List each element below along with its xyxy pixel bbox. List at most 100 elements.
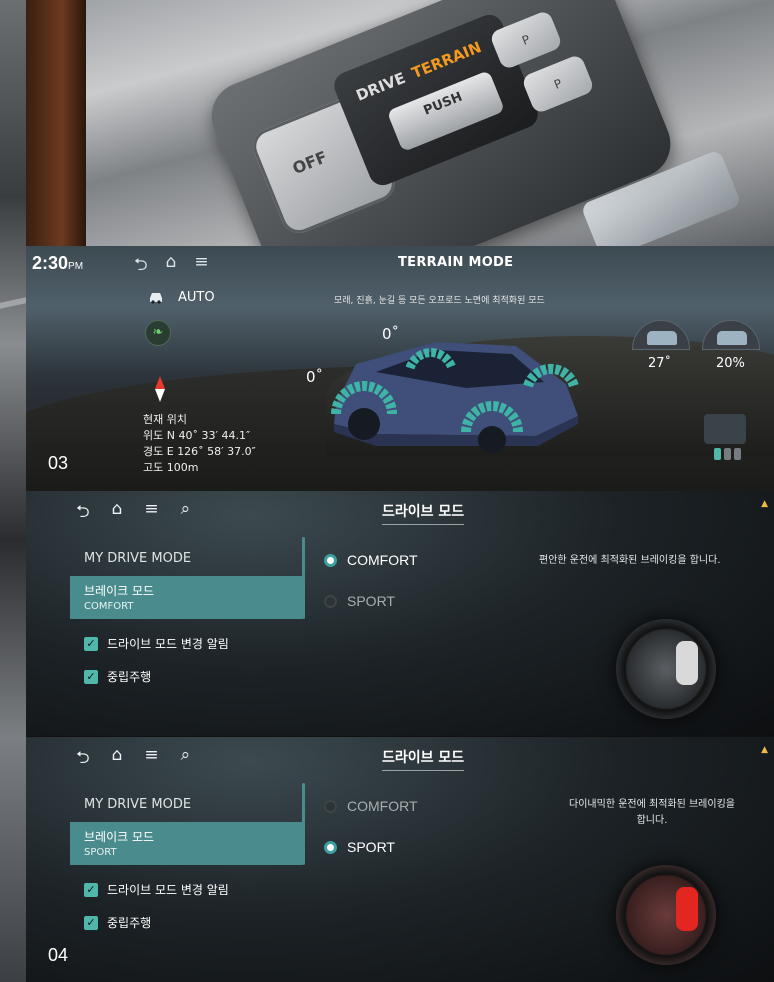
front-angle: 0˚ (382, 325, 400, 343)
radio-comfort-label: COMFORT (347, 798, 418, 814)
side-angle: 0˚ (306, 368, 324, 386)
brake-mode-value: SPORT (84, 847, 117, 858)
roll-gauge (702, 320, 760, 350)
car-icon (150, 293, 162, 304)
back-icon[interactable]: ⮌ (134, 252, 148, 281)
clock-time: 2:30 (32, 253, 69, 273)
camera-thumbnail[interactable] (704, 414, 746, 444)
drive-mode-screen-comfort: ⮌ ⌂ ≡ ⌕ 드라이브 모드 ▲ MY DRIVE MODE 브레이크 모드 … (26, 491, 774, 736)
pitch-car-icon (647, 331, 677, 345)
mode-change-alert-checkbox[interactable]: ✓ 드라이브 모드 변경 알림 (84, 881, 302, 898)
brake-caliper (676, 641, 698, 685)
radio-sport-label: SPORT (347, 839, 395, 855)
my-drive-mode-heading: MY DRIVE MODE (84, 551, 192, 566)
radio-comfort-label: COMFORT (347, 552, 418, 568)
brake-description-line2: 합니다. (636, 815, 668, 826)
drive-mode-title: 드라이브 모드 (382, 501, 465, 525)
location-info: 현재 위치 위도 N 40˚ 33′ 44.1″ 경도 E 126˚ 58′ 3… (143, 412, 256, 476)
search-icon[interactable]: ⌕ (181, 499, 191, 528)
roll-value: 20% (716, 356, 745, 371)
neutral-driving-checkbox[interactable]: ✓ 중립주행 (84, 914, 302, 931)
radio-sport[interactable]: SPORT (324, 839, 395, 855)
my-drive-mode-heading: MY DRIVE MODE (84, 797, 192, 812)
page-indicator-3[interactable] (734, 448, 741, 460)
home-icon[interactable]: ⌂ (112, 499, 123, 528)
terrain-mode-screen: 2:30PM ⮌ ⌂ ≡ TERRAIN MODE 모래, 진흙, 눈길 등 모… (26, 246, 774, 491)
menu-icon[interactable]: ≡ (194, 252, 208, 281)
off-button-label: OFF (289, 147, 330, 179)
brake-description: 편안한 운전에 최적화된 브레이킹을 합니다. (539, 555, 721, 566)
checkbox-checked-icon[interactable]: ✓ (84, 669, 98, 684)
radio-comfort[interactable]: COMFORT (324, 552, 418, 568)
latitude: 위도 N 40˚ 33′ 44.1″ (143, 429, 251, 442)
menu-icon[interactable]: ≡ (144, 745, 158, 774)
brake-disc-image (616, 865, 716, 965)
clock: 2:30PM (32, 253, 83, 274)
page-indicator-1[interactable] (714, 448, 721, 460)
terrain-mode-value[interactable]: AUTO (178, 290, 215, 305)
clock-suffix: PM (68, 261, 84, 272)
back-icon[interactable]: ⮌ (76, 745, 90, 774)
brake-mode-title: 브레이크 모드 (84, 584, 155, 598)
radio-unselected-icon[interactable] (324, 799, 337, 813)
drive-label: DRIVE (353, 68, 408, 105)
scroll-indicator[interactable] (302, 537, 305, 619)
terrain-nav-icons: ⮌ ⌂ ≡ (134, 252, 209, 281)
menu-icon[interactable]: ≡ (144, 499, 158, 528)
neutral-driving-label: 중립주행 (107, 670, 152, 684)
brake-mode-item[interactable]: 브레이크 모드 COMFORT (70, 576, 302, 619)
radio-selected-icon[interactable] (324, 840, 337, 854)
search-icon[interactable]: ⌕ (181, 745, 191, 774)
scroll-indicator[interactable] (302, 783, 305, 865)
drive-mode-menu: MY DRIVE MODE 브레이크 모드 SPORT ✓ 드라이브 모드 변경… (70, 779, 302, 931)
drive-console-photo: OFF DRIVE TERRAIN PUSH P P (26, 0, 774, 246)
drive-mode-nav-icons: ⮌ ⌂ ≡ ⌕ (76, 745, 190, 774)
radio-unselected-icon[interactable] (324, 594, 337, 608)
checkbox-checked-icon[interactable]: ✓ (84, 915, 98, 930)
mode-change-alert-label: 드라이브 모드 변경 알림 (107, 637, 229, 651)
altitude: 고도 100m (143, 461, 199, 474)
compass-icon (155, 376, 165, 402)
drive-mode-menu: MY DRIVE MODE 브레이크 모드 COMFORT ✓ 드라이브 모드 … (70, 533, 302, 685)
brake-caliper (676, 887, 698, 931)
status-indicator-icon: ▲ (761, 499, 768, 509)
page-indicator-2[interactable] (724, 448, 731, 460)
back-icon[interactable]: ⮌ (76, 499, 90, 528)
checkbox-checked-icon[interactable]: ✓ (84, 882, 98, 897)
radio-sport-label: SPORT (347, 593, 395, 609)
drive-mode-title: 드라이브 모드 (382, 747, 465, 771)
vehicle-3d-view (331, 342, 579, 454)
neutral-driving-checkbox[interactable]: ✓ 중립주행 (84, 668, 302, 685)
home-icon[interactable]: ⌂ (166, 252, 177, 281)
leaf-icon[interactable]: ❧ (145, 320, 171, 346)
checkbox-checked-icon[interactable]: ✓ (84, 636, 98, 651)
radio-selected-icon[interactable] (324, 553, 337, 567)
brake-disc-image (616, 619, 716, 719)
location-heading: 현재 위치 (143, 413, 187, 426)
terrain-description: 모래, 진흙, 눈길 등 모든 오프로드 노면에 최적화된 모드 (334, 296, 545, 306)
home-icon[interactable]: ⌂ (112, 745, 123, 774)
mode-change-alert-label: 드라이브 모드 변경 알림 (107, 883, 229, 897)
page-indicator[interactable] (714, 448, 741, 460)
pitch-value: 27˚ (648, 356, 672, 371)
neutral-driving-label: 중립주행 (107, 916, 152, 930)
section-label-04: 04 (48, 945, 69, 965)
brake-mode-item[interactable]: 브레이크 모드 SPORT (70, 822, 302, 865)
radio-sport[interactable]: SPORT (324, 593, 395, 609)
brake-description: 다이내믹한 운전에 최적화된 브레이킹을 합니다. (546, 797, 758, 829)
background-road-strip (0, 0, 26, 982)
brake-mode-value: COMFORT (84, 601, 134, 612)
roll-car-icon (717, 331, 747, 345)
terrain-title: TERRAIN MODE (398, 255, 514, 270)
section-label-03: 03 (48, 453, 69, 473)
radio-comfort[interactable]: COMFORT (324, 798, 418, 814)
pitch-gauge (632, 320, 690, 350)
status-indicator-icon: ▲ (761, 745, 768, 755)
mode-change-alert-checkbox[interactable]: ✓ 드라이브 모드 변경 알림 (84, 635, 302, 652)
brake-description-line1: 다이내믹한 운전에 최적화된 브레이킹을 (569, 799, 735, 810)
longitude: 경도 E 126˚ 58′ 37.0″ (143, 445, 256, 458)
wood-trim (26, 0, 86, 246)
drive-mode-nav-icons: ⮌ ⌂ ≡ ⌕ (76, 499, 190, 528)
brake-mode-title: 브레이크 모드 (84, 830, 155, 844)
drive-mode-screen-sport: ⮌ ⌂ ≡ ⌕ 드라이브 모드 ▲ MY DRIVE MODE 브레이크 모드 … (26, 737, 774, 982)
